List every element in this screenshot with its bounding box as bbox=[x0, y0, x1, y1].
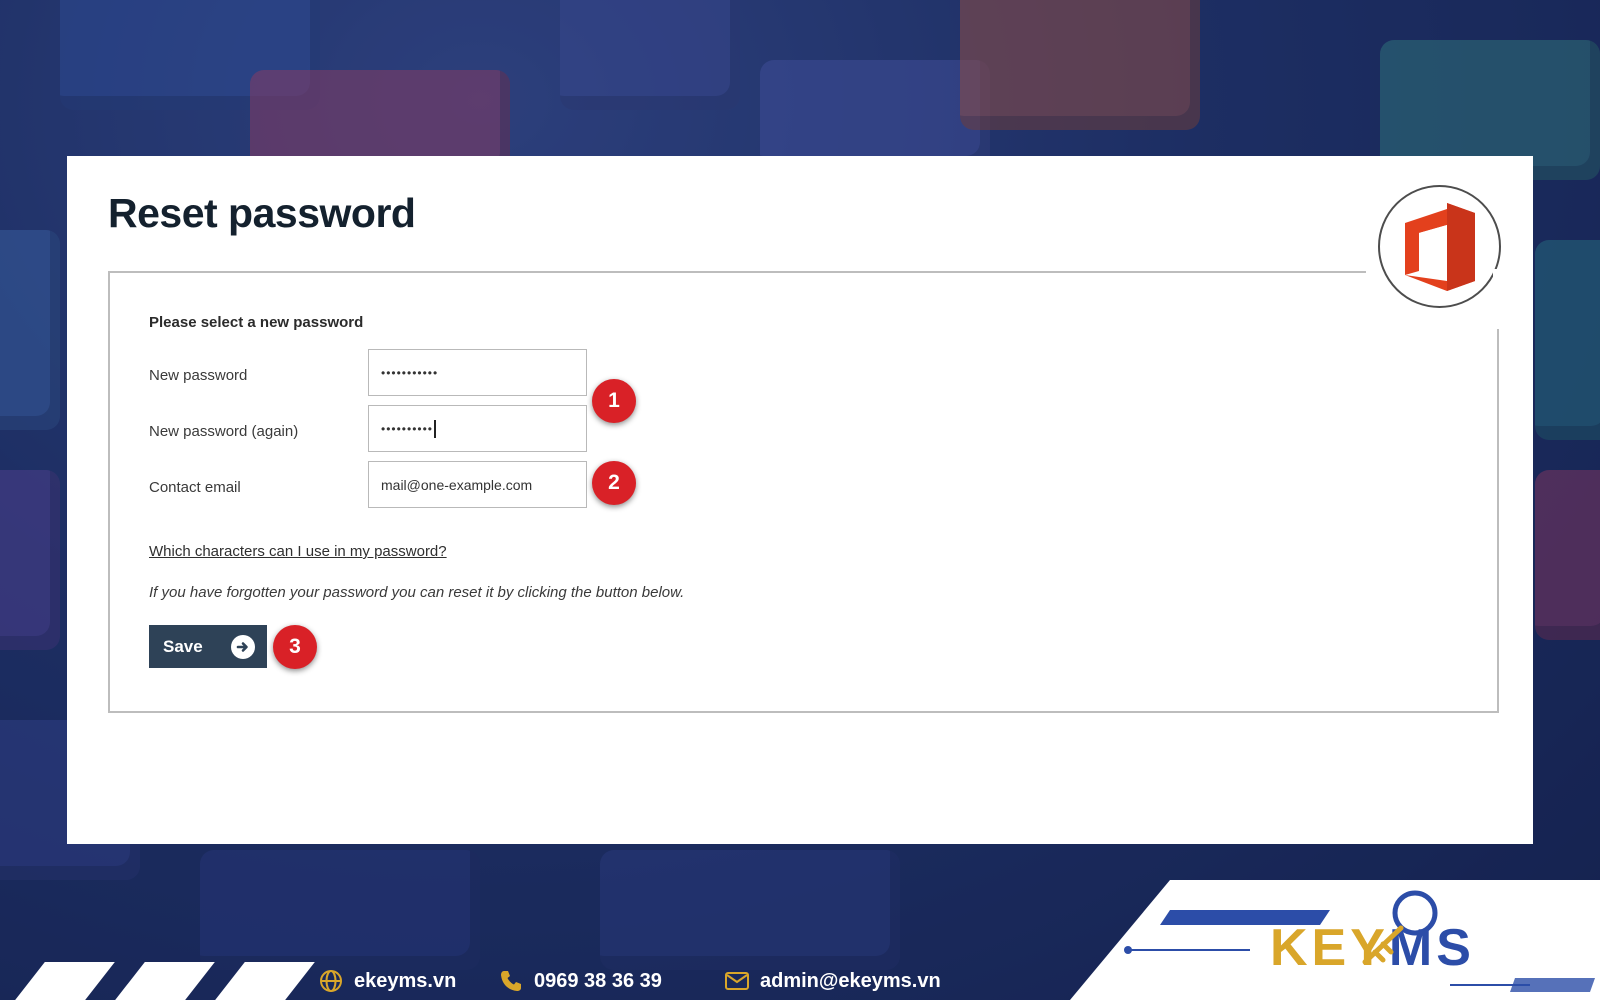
step-badge-1: 1 bbox=[592, 379, 636, 423]
footer-email-text: admin@ekeyms.vn bbox=[760, 969, 941, 992]
new-password-again-label: New password (again) bbox=[149, 423, 299, 440]
save-arrow-icon bbox=[231, 634, 255, 659]
new-password-again-input[interactable]: •••••••••• bbox=[368, 405, 587, 452]
mail-icon bbox=[724, 968, 750, 994]
contact-email-value: mail@one-example.com bbox=[381, 476, 533, 493]
new-password-input[interactable]: ••••••••••• bbox=[368, 349, 587, 396]
step-badge-2: 2 bbox=[592, 461, 636, 505]
form-heading: Please select a new password bbox=[149, 314, 364, 331]
page-title: Reset password bbox=[108, 190, 416, 236]
phone-icon bbox=[498, 968, 524, 994]
password-characters-link[interactable]: Which characters can I use in my passwor… bbox=[149, 543, 447, 560]
contact-email-label: Contact email bbox=[149, 479, 241, 496]
contact-email-input[interactable]: mail@one-example.com bbox=[368, 461, 587, 508]
footer-email[interactable]: admin@ekeyms.vn bbox=[724, 968, 941, 994]
save-button-label: Save bbox=[163, 636, 203, 656]
key-logo-icon bbox=[1362, 890, 1438, 965]
step-badge-3: 3 bbox=[273, 625, 317, 669]
footer-website-text: ekeyms.vn bbox=[354, 969, 457, 992]
footer-website[interactable]: ekeyms.vn bbox=[318, 968, 456, 994]
footer-phone-text: 0969 38 36 39 bbox=[534, 969, 662, 992]
new-password-again-value: •••••••••• bbox=[381, 421, 434, 436]
save-button[interactable]: Save bbox=[149, 625, 267, 668]
reset-password-card: Reset password Please select a new passw… bbox=[67, 156, 1533, 844]
globe-icon bbox=[318, 968, 344, 994]
text-caret bbox=[434, 419, 436, 438]
new-password-label: New password bbox=[149, 367, 248, 384]
footer-phone[interactable]: 0969 38 36 39 bbox=[498, 968, 662, 994]
reset-form: Please select a new password New passwor… bbox=[108, 269, 1499, 713]
help-text: If you have forgotten your password you … bbox=[149, 584, 685, 601]
new-password-value: ••••••••••• bbox=[381, 365, 439, 380]
